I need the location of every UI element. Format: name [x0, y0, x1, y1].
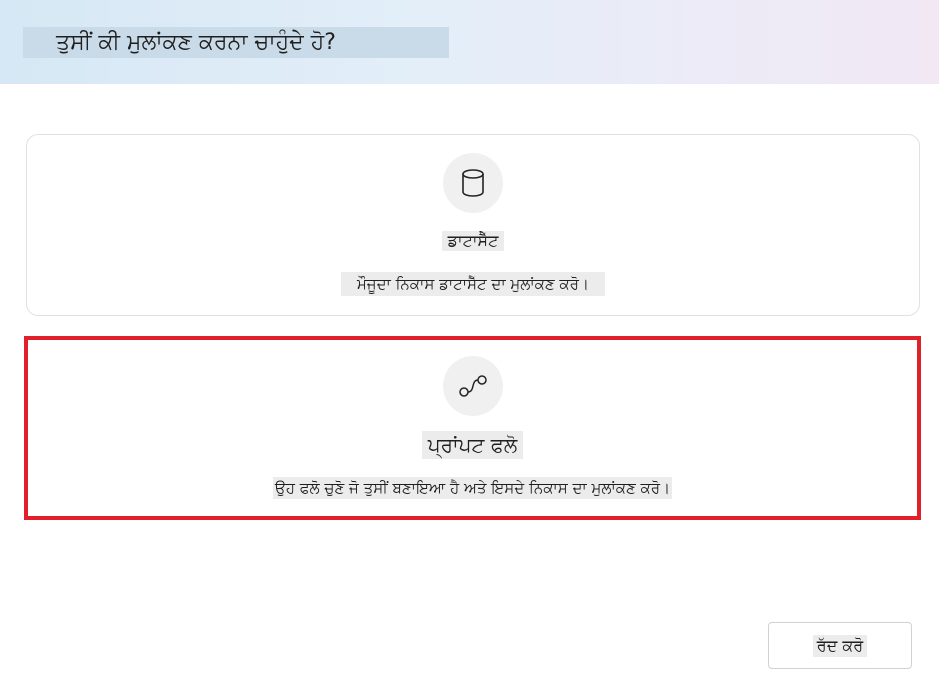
option-card-dataset[interactable]: ਡਾਟਾਸੈੱਟ ਮੌਜੂਦਾ ਨਿਕਾਸ ਡਾਟਾਸੈੱਟ ਦਾ ਮੁਲਾਂਕ…	[26, 134, 920, 316]
option-title: ਡਾਟਾਸੈੱਟ	[27, 231, 919, 251]
dialog-header: ਤੁਸੀਂ ਕੀ ਮੁਲਾਂਕਣ ਕਰਨਾ ਚਾਹੁੰਦੇ ਹੋ?	[0, 0, 939, 84]
option-card-prompt-flow[interactable]: ਪ੍ਰਾਂਪਟ ਫਲੋ ਉਹ ਫਲੋ ਚੁਣੋ ਜੋ ਤੁਸੀਂ ਬਣਾਇਆ ਹ…	[24, 336, 921, 520]
database-icon	[443, 153, 503, 213]
option-title: ਪ੍ਰਾਂਪਟ ਫਲੋ	[28, 431, 917, 459]
prompt-flow-icon	[442, 356, 503, 416]
dialog-title: ਤੁਸੀਂ ਕੀ ਮੁਲਾਂਕਣ ਕਰਨਾ ਚਾਹੁੰਦੇ ਹੋ?	[23, 27, 449, 58]
cancel-button[interactable]: ਰੱਦ ਕਰੋ	[768, 622, 912, 669]
option-description: ਮੌਜੂਦਾ ਨਿਕਾਸ ਡਾਟਾਸੈੱਟ ਦਾ ਮੁਲਾਂਕਣ ਕਰੋ।	[27, 272, 919, 296]
option-description: ਉਹ ਫਲੋ ਚੁਣੋ ਜੋ ਤੁਸੀਂ ਬਣਾਇਆ ਹੈ ਅਤੇ ਇਸਦੇ ਨ…	[272, 477, 673, 499]
cancel-button-label: ਰੱਦ ਕਰੋ	[812, 634, 868, 657]
